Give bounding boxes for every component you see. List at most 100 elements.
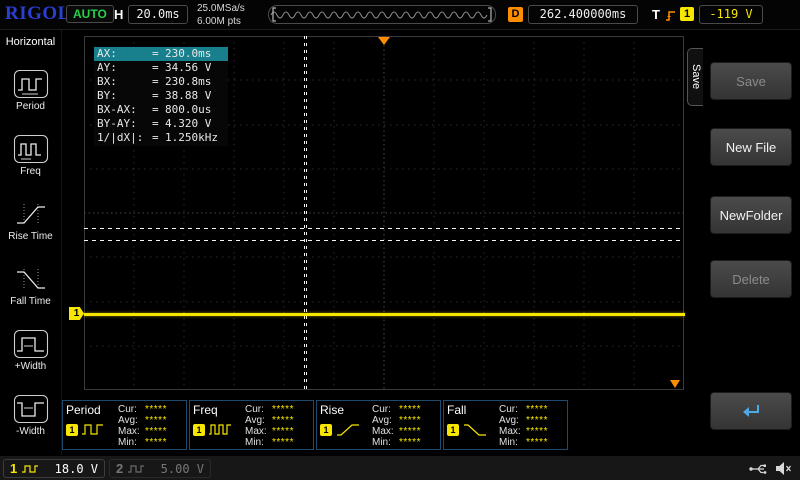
stat-value: ***** [526, 426, 548, 437]
fall-time-icon [13, 264, 49, 294]
channel-status-bar: 1 18.0 V 2 5.00 V [0, 455, 800, 480]
trigger-source-badge: 1 [680, 7, 694, 21]
stat-label: Max: [118, 426, 145, 437]
sidebar-item-label: -Width [16, 426, 45, 437]
equals-sign: = [152, 131, 165, 145]
stat-label: Min: [372, 437, 399, 448]
cursor-row-by-ay[interactable]: BY-AY: = 4.320 V [94, 117, 228, 131]
stat-label: Max: [245, 426, 272, 437]
cursor-line-bx[interactable] [306, 36, 307, 390]
stat-value: ***** [145, 415, 167, 426]
channel1-trace [84, 313, 685, 316]
horizontal-label: H [114, 7, 123, 22]
measurement-title: Rise [320, 403, 372, 417]
measure-sidebar: Horizontal Period Freq [0, 30, 62, 455]
cursor-row-ay[interactable]: AY: = 34.56 V [94, 61, 228, 75]
memory-depth-readout: 6.00M pts [197, 16, 241, 27]
stat-label: Avg: [372, 415, 399, 426]
sidebar-item-label: Freq [20, 166, 41, 177]
trigger-position-marker[interactable] [378, 37, 390, 45]
sidebar-item-fall-time[interactable]: Fall Time [0, 245, 61, 310]
cursor-row-value: 38.88 V [165, 89, 228, 103]
trigger-label: T [652, 7, 660, 22]
stat-value: ***** [272, 415, 294, 426]
new-folder-button[interactable]: NewFolder [710, 196, 792, 234]
cursor-row-value: 230.8ms [165, 75, 228, 89]
sample-rate-readout: 25.0MSa/s [197, 3, 245, 14]
equals-sign: = [152, 117, 165, 131]
cursor-row-ax[interactable]: AX: = 230.0ms [94, 47, 228, 61]
sidebar-item-rise-time[interactable]: Rise Time [0, 180, 61, 245]
cursor-row-label: 1/|dX|: [94, 131, 152, 145]
cursor-row-inverse-dx[interactable]: 1/|dX|: = 1.250kHz [94, 131, 228, 145]
channel2-status[interactable]: 2 5.00 V [109, 459, 211, 478]
measurement-period[interactable]: Period 1 Cur:***** Avg:***** Max:***** M… [62, 400, 187, 450]
stat-value: ***** [272, 404, 294, 415]
frequency-waveform-icon [13, 134, 49, 164]
cursor-line-ax[interactable] [304, 36, 305, 390]
period-waveform-icon [81, 422, 107, 437]
equals-sign: = [152, 75, 165, 89]
cursor-row-label: BX: [94, 75, 152, 89]
new-file-button[interactable]: New File [710, 128, 792, 166]
measurement-fall[interactable]: Fall 1 Cur:***** Avg:***** Max:***** Min… [443, 400, 568, 450]
cursor-line-ay[interactable] [84, 228, 684, 229]
stat-value: ***** [272, 426, 294, 437]
cursor-row-label: AY: [94, 61, 152, 75]
menu-tab-save: Save [687, 48, 703, 106]
top-status-bar: RIGOL AUTO H 20.0ms 25.0MSa/s 6.00M pts … [0, 0, 800, 30]
channel1-ground-marker[interactable]: 1 [69, 307, 84, 320]
sidebar-item-label: Fall Time [10, 296, 51, 307]
measurement-title: Freq [193, 403, 245, 417]
channel1-coupling-icon [21, 463, 39, 475]
stat-value: ***** [399, 415, 421, 426]
stat-label: Max: [499, 426, 526, 437]
cursor-row-label: AX: [94, 47, 152, 61]
stat-value: ***** [145, 404, 167, 415]
sidebar-item-freq[interactable]: Freq [0, 115, 61, 180]
oscilloscope-screen: RIGOL AUTO H 20.0ms 25.0MSa/s 6.00M pts … [0, 0, 800, 480]
channel-badge: 1 [193, 424, 205, 436]
back-button[interactable] [710, 392, 792, 430]
sidebar-item-neg-width[interactable]: -Width [0, 375, 61, 440]
stat-value: ***** [526, 415, 548, 426]
frequency-waveform-icon [208, 422, 234, 437]
cursor-row-bx-ax[interactable]: BX-AX: = 800.0us [94, 103, 228, 117]
channel1-status[interactable]: 1 18.0 V [3, 459, 105, 478]
save-button[interactable]: Save [710, 62, 792, 100]
sidebar-item-pos-width[interactable]: +Width [0, 310, 61, 375]
channel1-scale: 18.0 V [55, 462, 98, 476]
cursor-row-label: BY-AY: [94, 117, 152, 131]
timebase-readout[interactable]: 20.0ms [128, 5, 188, 24]
stat-label: Avg: [245, 415, 272, 426]
cursor-row-label: BY: [94, 89, 152, 103]
cursor-row-value: 800.0us [165, 103, 228, 117]
rise-time-icon [13, 199, 49, 229]
sidebar-item-period[interactable]: Period [0, 50, 61, 115]
cursor-row-bx[interactable]: BX: = 230.8ms [94, 75, 228, 89]
measurement-rise[interactable]: Rise 1 Cur:***** Avg:***** Max:***** Min… [316, 400, 441, 450]
cursor-row-value: 1.250kHz [165, 131, 228, 145]
stat-value: ***** [399, 426, 421, 437]
stat-value: ***** [399, 437, 421, 448]
stat-value: ***** [399, 404, 421, 415]
cursor-row-value: 230.0ms [165, 47, 228, 61]
measure-category-title[interactable]: Horizontal [0, 30, 61, 48]
measurement-freq[interactable]: Freq 1 Cur:***** Avg:***** Max:***** Min… [189, 400, 314, 450]
measurement-title: Fall [447, 403, 499, 417]
delete-button[interactable]: Delete [710, 260, 792, 298]
trigger-level-marker[interactable] [670, 380, 680, 388]
sidebar-item-label: Rise Time [8, 231, 52, 242]
cursor-row-by[interactable]: BY: = 38.88 V [94, 89, 228, 103]
cursor-line-by[interactable] [84, 240, 684, 241]
stat-label: Min: [499, 437, 526, 448]
equals-sign: = [152, 47, 165, 61]
stat-label: Cur: [372, 404, 399, 415]
horizontal-offset-readout[interactable]: 262.400000ms [528, 5, 638, 24]
channel2-number: 2 [116, 461, 123, 476]
channel-badge: 1 [447, 424, 459, 436]
waveform-overview-strip[interactable] [268, 5, 496, 24]
trigger-level-readout[interactable]: -119 V [699, 5, 763, 24]
channel1-number: 1 [10, 461, 17, 476]
sidebar-item-label: Period [16, 101, 45, 112]
